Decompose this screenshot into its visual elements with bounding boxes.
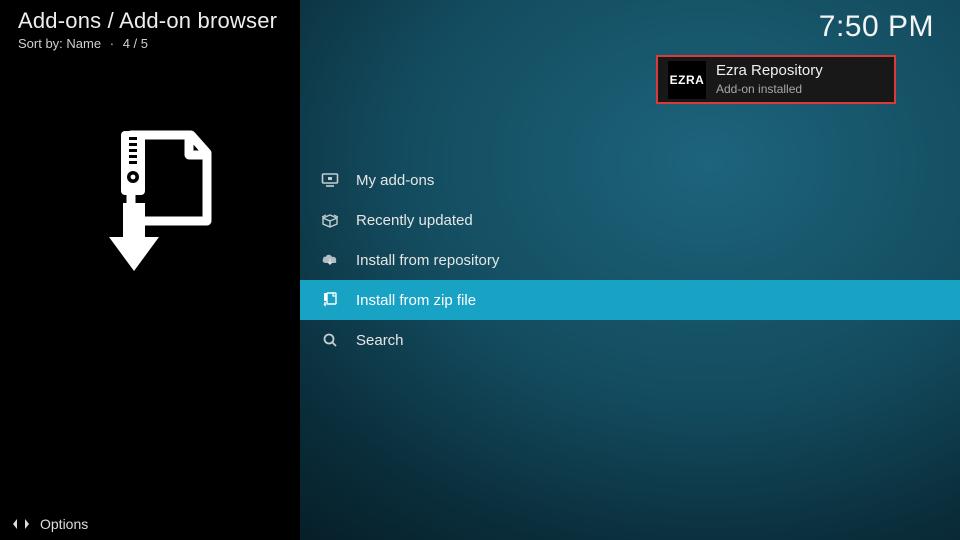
main-panel: 7:50 PM EZRA Ezra Repository Add-on inst…	[300, 0, 960, 540]
menu-item-label: Search	[356, 332, 404, 349]
toast-addon-icon: EZRA	[668, 61, 706, 99]
zip-download-icon	[85, 125, 215, 275]
toast-subtitle: Add-on installed	[716, 82, 823, 96]
sidebar-hero	[0, 125, 300, 275]
menu-item-label: My add-ons	[356, 172, 434, 189]
clock: 7:50 PM	[819, 10, 934, 44]
menu-item-install-from-zip[interactable]: Install from zip file	[300, 280, 960, 320]
notification-toast: EZRA Ezra Repository Add-on installed	[656, 55, 896, 104]
menu-item-recently-updated[interactable]: Recently updated	[300, 200, 960, 240]
sort-label: Sort by: Name	[18, 36, 101, 51]
toast-title: Ezra Repository	[716, 63, 823, 80]
dot-separator: ·	[110, 36, 114, 51]
menu-item-search[interactable]: Search	[300, 320, 960, 360]
monitor-icon	[320, 172, 340, 188]
breadcrumb: Add-ons / Add-on browser	[18, 8, 282, 34]
sidebar: Add-ons / Add-on browser Sort by: Name ·…	[0, 0, 300, 540]
menu-item-label: Recently updated	[356, 212, 473, 229]
zip-file-icon	[320, 292, 340, 308]
menu-item-install-from-repository[interactable]: Install from repository	[300, 240, 960, 280]
search-icon	[320, 332, 340, 348]
options-arrows-icon	[12, 517, 30, 531]
menu-item-label: Install from zip file	[356, 292, 476, 309]
sort-subtitle: Sort by: Name · 4 / 5	[18, 36, 282, 51]
menu-item-label: Install from repository	[356, 252, 499, 269]
menu-item-my-addons[interactable]: My add-ons	[300, 160, 960, 200]
cloud-download-icon	[320, 253, 340, 267]
footer-options[interactable]: Options	[0, 508, 100, 540]
options-label: Options	[40, 516, 88, 532]
list-position: 4 / 5	[123, 36, 148, 51]
addon-menu: My add-ons Recently updated	[300, 160, 960, 360]
open-box-icon	[320, 212, 340, 228]
